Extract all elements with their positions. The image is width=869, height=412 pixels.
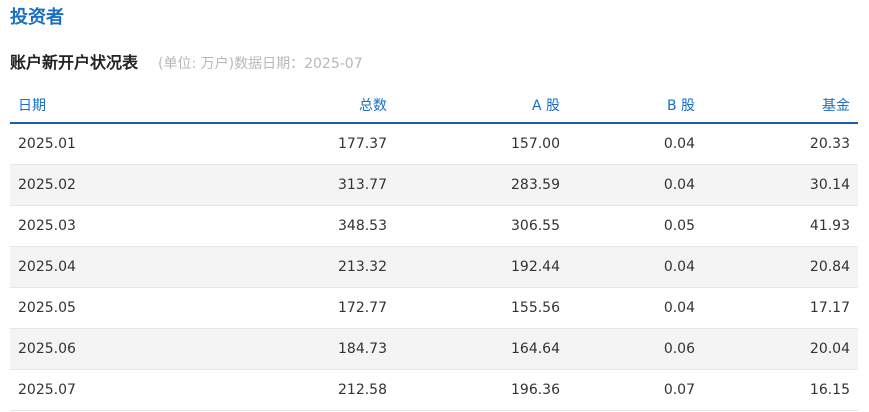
cell-date: 2025.01 xyxy=(10,123,130,165)
cell-date: 2025.02 xyxy=(10,164,130,206)
table-caption: 账户新开户状况表 (单位: 万户)数据日期：2025-07 xyxy=(10,49,363,73)
cell-total: 212.58 xyxy=(130,369,395,411)
table-row: 2025.06 184.73 164.64 0.06 20.04 xyxy=(10,328,858,370)
cell-total: 177.37 xyxy=(130,123,395,165)
table-row: 2025.01 177.37 157.00 0.04 20.33 xyxy=(10,123,858,165)
cell-total: 313.77 xyxy=(130,164,395,206)
cell-b-share: 0.07 xyxy=(568,369,703,411)
table-header-row: 日期 总数 A 股 B 股 基金 xyxy=(10,88,858,124)
cell-b-share: 0.04 xyxy=(568,123,703,165)
cell-a-share: 155.56 xyxy=(395,287,568,329)
cell-fund: 20.33 xyxy=(703,123,858,165)
table-row: 2025.02 313.77 283.59 0.04 30.14 xyxy=(10,164,858,206)
cell-b-share: 0.06 xyxy=(568,328,703,370)
cell-b-share: 0.04 xyxy=(568,287,703,329)
column-header-a-share: A 股 xyxy=(395,88,568,124)
column-header-fund: 基金 xyxy=(703,88,858,124)
column-header-total: 总数 xyxy=(130,88,395,124)
column-header-b-share: B 股 xyxy=(568,88,703,124)
cell-total: 184.73 xyxy=(130,328,395,370)
section-title: 投资者 xyxy=(10,7,64,28)
cell-a-share: 306.55 xyxy=(395,205,568,247)
cell-date: 2025.07 xyxy=(10,369,130,411)
column-header-date: 日期 xyxy=(10,88,130,124)
cell-date: 2025.06 xyxy=(10,328,130,370)
investor-page: 投资者 账户新开户状况表 (单位: 万户)数据日期：2025-07 日期 总数 … xyxy=(0,0,869,412)
table-row: 2025.05 172.77 155.56 0.04 17.17 xyxy=(10,287,858,329)
cell-fund: 30.14 xyxy=(703,164,858,206)
cell-fund: 20.84 xyxy=(703,246,858,288)
table-title: 账户新开户状况表 xyxy=(10,53,139,72)
cell-date: 2025.05 xyxy=(10,287,130,329)
cell-date: 2025.04 xyxy=(10,246,130,288)
table-row: 2025.07 212.58 196.36 0.07 16.15 xyxy=(10,369,858,411)
cell-a-share: 283.59 xyxy=(395,164,568,206)
cell-a-share: 192.44 xyxy=(395,246,568,288)
cell-fund: 41.93 xyxy=(703,205,858,247)
cell-b-share: 0.04 xyxy=(568,164,703,206)
cell-total: 348.53 xyxy=(130,205,395,247)
cell-total: 172.77 xyxy=(130,287,395,329)
table-row: 2025.04 213.32 192.44 0.04 20.84 xyxy=(10,246,858,288)
cell-fund: 20.04 xyxy=(703,328,858,370)
cell-total: 213.32 xyxy=(130,246,395,288)
cell-fund: 17.17 xyxy=(703,287,858,329)
cell-b-share: 0.04 xyxy=(568,246,703,288)
new-accounts-table: 日期 总数 A 股 B 股 基金 2025.01 177.37 157.00 0… xyxy=(10,88,858,411)
cell-a-share: 164.64 xyxy=(395,328,568,370)
cell-a-share: 196.36 xyxy=(395,369,568,411)
cell-date: 2025.03 xyxy=(10,205,130,247)
table-row: 2025.03 348.53 306.55 0.05 41.93 xyxy=(10,205,858,247)
cell-a-share: 157.00 xyxy=(395,123,568,165)
cell-b-share: 0.05 xyxy=(568,205,703,247)
cell-fund: 16.15 xyxy=(703,369,858,411)
table-note: (单位: 万户)数据日期：2025-07 xyxy=(158,56,363,72)
